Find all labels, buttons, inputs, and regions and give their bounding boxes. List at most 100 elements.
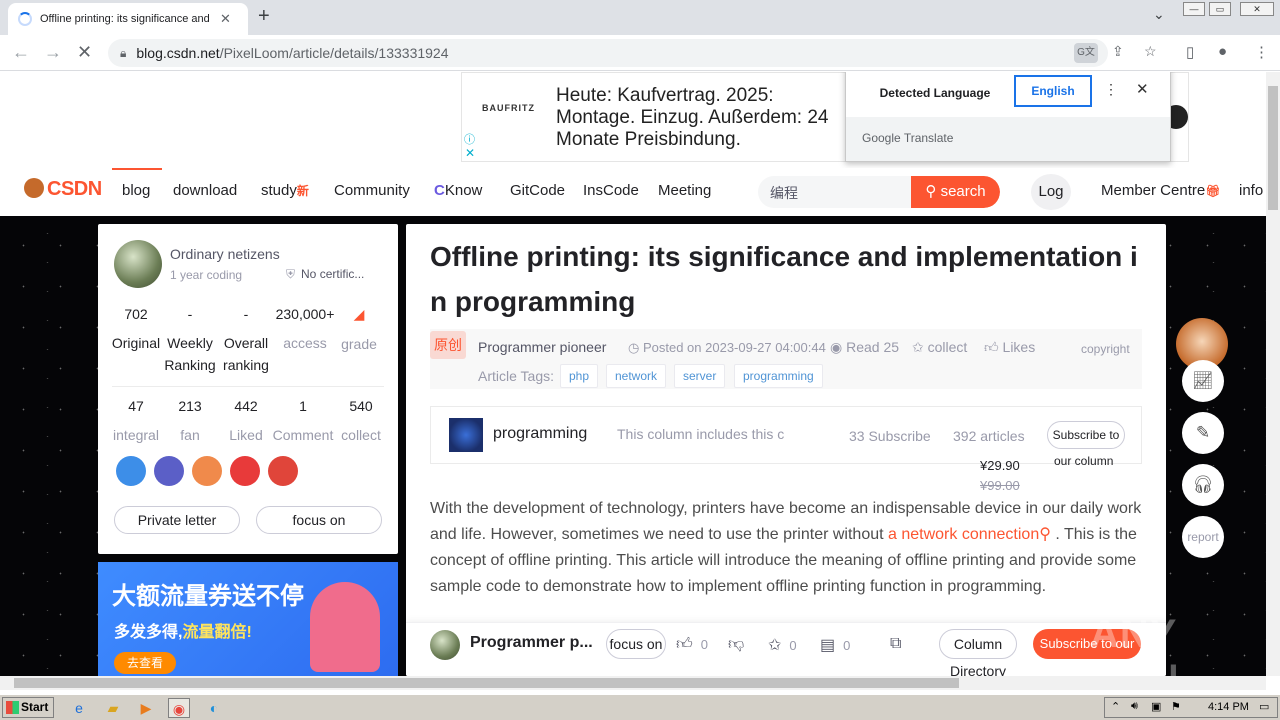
column-directory-button[interactable]: Column (939, 629, 1017, 659)
media-player-icon[interactable]: ▶ (135, 698, 157, 718)
trend-chart-icon[interactable]: 📈︎ (1182, 360, 1224, 402)
footer-author-name[interactable]: Programmer p... (470, 634, 593, 652)
nav-item-meeting[interactable]: Meeting (658, 182, 711, 199)
keyword-link[interactable]: a network connection⚲ (888, 526, 1051, 543)
promo-button[interactable]: 去查看 (114, 652, 176, 674)
show-desktop-icon[interactable]: ▭ (1259, 700, 1269, 713)
back-arrow-icon[interactable]: ← (12, 42, 30, 63)
share-button[interactable]: ⧉ (890, 635, 901, 653)
login-button[interactable]: Log (1031, 174, 1071, 210)
stat-label: access (283, 335, 327, 351)
info-link[interactable]: info (1239, 182, 1263, 199)
search-input[interactable]: 编程 (770, 183, 798, 203)
horizontal-scroll-thumb[interactable] (14, 678, 959, 688)
browser-tab[interactable]: Offline printing: its significance and i… (8, 3, 248, 35)
vertical-scrollbar[interactable] (1266, 72, 1280, 676)
ad-info-icon[interactable]: ⓘ (464, 131, 475, 147)
nav-item-download[interactable]: download (173, 182, 237, 199)
bookmark-star-icon[interactable]: ☆ (1144, 43, 1157, 60)
nav-item-gitcode[interactable]: GitCode (510, 182, 565, 199)
avatar[interactable] (114, 240, 162, 288)
tag-network[interactable]: network (606, 364, 667, 388)
tray-expand-icon[interactable]: ⌃ (1111, 700, 1120, 713)
nav-item-blog[interactable]: blog (122, 182, 150, 199)
lock-icon[interactable]: 🔒︎ (120, 46, 126, 61)
start-button[interactable]: Start (2, 697, 54, 718)
subscribe-column-button[interactable]: Subscribe to (1047, 421, 1125, 449)
tab-search-chevron-icon[interactable]: ⌄ (1153, 6, 1165, 23)
like-button[interactable]: 👍︎ 0 (676, 635, 708, 654)
stop-loading-icon[interactable]: ✕ (77, 42, 92, 63)
edit-note-icon[interactable]: ✎ (1182, 412, 1224, 454)
badge-icon[interactable] (116, 456, 146, 486)
dislike-button[interactable]: 👎︎ (728, 635, 744, 654)
translate-options-icon[interactable]: ⋮ (1104, 81, 1118, 98)
address-bar[interactable]: 🔒︎ blog.csdn.net/PixelLoom/article/detai… (108, 39, 1157, 67)
headset-support-icon[interactable]: 🎧︎ (1182, 464, 1224, 506)
member-centre-link[interactable]: Member Centre🎁︎ (1101, 182, 1220, 199)
stat-weekly-ranking[interactable]: - Weekly Ranking (162, 306, 218, 376)
nav-item-inscode[interactable]: InsCode (583, 182, 639, 199)
promo-subtitle: 多发多得,流量翻倍! (114, 618, 252, 642)
flag-notification-icon[interactable]: ⚑ (1171, 700, 1181, 713)
folder-icon[interactable]: ▰ (102, 698, 124, 718)
stat-grade[interactable]: ◢ grade (334, 306, 384, 355)
profile-icon[interactable]: ● (1218, 43, 1227, 60)
badge-icon[interactable] (268, 456, 298, 486)
share-icon[interactable]: ⇪ (1112, 43, 1124, 60)
private-letter-button[interactable]: Private letter (114, 506, 240, 534)
stat-original[interactable]: 702 Original (108, 306, 164, 354)
column-cover-image[interactable] (449, 418, 483, 452)
clock-time[interactable]: 4:14 PM (1208, 701, 1249, 713)
tag-programming[interactable]: programming (734, 364, 823, 388)
menu-kebab-icon[interactable]: ⋮ (1254, 43, 1269, 61)
comment-button[interactable]: ▤ 0 (820, 635, 850, 655)
window-close-button[interactable]: ✕ (1240, 2, 1274, 16)
translate-icon[interactable]: G文 (1074, 43, 1098, 63)
footer-focus-on-button[interactable]: focus on (606, 629, 666, 659)
author-name[interactable]: Ordinary netizens (170, 246, 280, 262)
search-button[interactable]: ⚲ search (911, 176, 1000, 208)
nav-item-study[interactable]: study新 (261, 182, 309, 199)
badge-icon[interactable] (154, 456, 184, 486)
forward-arrow-icon[interactable]: → (44, 42, 62, 63)
meta-author[interactable]: Programmer pioneer (478, 339, 606, 355)
collect-action[interactable]: ✩ collect (912, 339, 967, 356)
side-panel-icon[interactable]: ▯ (1186, 43, 1194, 61)
tab-close-icon[interactable]: ✕ (220, 11, 231, 27)
focus-on-button[interactable]: focus on (256, 506, 382, 534)
tag-server[interactable]: server (674, 364, 726, 388)
horizontal-scrollbar[interactable] (0, 676, 1266, 690)
column-name[interactable]: programming (493, 425, 587, 443)
ad-close-icon[interactable]: ✕ (465, 146, 475, 160)
volume-icon[interactable]: 🔊︎ (1131, 700, 1138, 713)
english-language-tab[interactable]: English (1014, 75, 1092, 107)
network-icon[interactable]: ▣ (1151, 700, 1161, 713)
edge-icon[interactable]: ◐ (203, 698, 225, 718)
ie-icon[interactable]: e (68, 698, 90, 718)
stat-fan[interactable]: 213 fan (162, 398, 218, 446)
badge-icon[interactable] (192, 456, 222, 486)
badge-icon[interactable] (230, 456, 260, 486)
copyright-link[interactable]: copyright (1081, 342, 1130, 356)
likes-label: Likes (1002, 339, 1036, 355)
avatar[interactable] (430, 630, 460, 660)
detected-language-tab[interactable]: Detected Language (866, 77, 1004, 109)
likes-action[interactable]: 👍︎ Likes (984, 339, 1035, 356)
stat-overall-ranking[interactable]: - Overall ranking (218, 306, 274, 376)
vertical-scroll-thumb[interactable] (1268, 86, 1278, 210)
translate-close-icon[interactable]: ✕ (1136, 80, 1149, 98)
new-tab-button[interactable]: + (258, 5, 270, 28)
csdn-logo[interactable]: CSDN (24, 178, 102, 201)
nav-item-community[interactable]: Community (334, 182, 410, 199)
report-button[interactable]: report (1182, 516, 1224, 558)
posted-label: Posted on 2023-09-27 04:00:44 (642, 340, 826, 355)
collect-button[interactable]: ✩ 0 (768, 635, 797, 655)
column-directory-label: Directory (950, 663, 1007, 676)
minimize-button[interactable]: — (1183, 2, 1205, 16)
maximize-button[interactable]: ▭ (1209, 2, 1231, 16)
promo-banner[interactable]: 大额流量券送不停 多发多得,流量翻倍! 去查看 (98, 562, 398, 676)
chrome-icon[interactable]: ◉ (168, 698, 190, 718)
tag-php[interactable]: php (560, 364, 599, 388)
nav-item-know[interactable]: CKnow (434, 182, 482, 199)
